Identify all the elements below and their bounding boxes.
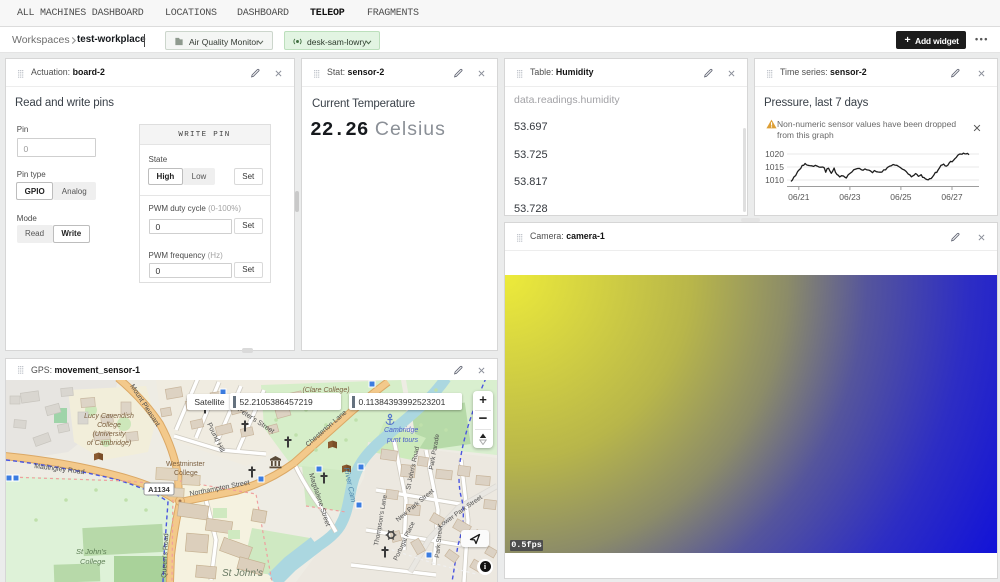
svg-text:St John's: St John's [222,568,263,579]
svg-text:06/21: 06/21 [788,192,810,202]
svg-text:College: College [97,422,121,429]
svg-text:(University: (University [92,431,126,438]
svg-text:1020: 1020 [765,149,784,159]
svg-text:Cambridge: Cambridge [384,427,418,434]
svg-text:1010: 1010 [765,175,784,185]
svg-text:College: College [174,470,198,477]
svg-text:Lucy Cavendish: Lucy Cavendish [84,413,134,420]
svg-text:06/25: 06/25 [890,192,912,202]
svg-text:College: College [80,557,105,566]
svg-text:06/27: 06/27 [941,192,963,202]
svg-text:of Cambridge): of Cambridge) [87,440,131,447]
svg-text:punt tours: punt tours [386,437,419,444]
svg-text:St John's: St John's [76,547,107,556]
svg-text:06/23: 06/23 [839,192,861,202]
svg-text:Westminster: Westminster [166,461,205,468]
svg-text:A1134: A1134 [148,485,171,494]
svg-text:1015: 1015 [765,162,784,172]
